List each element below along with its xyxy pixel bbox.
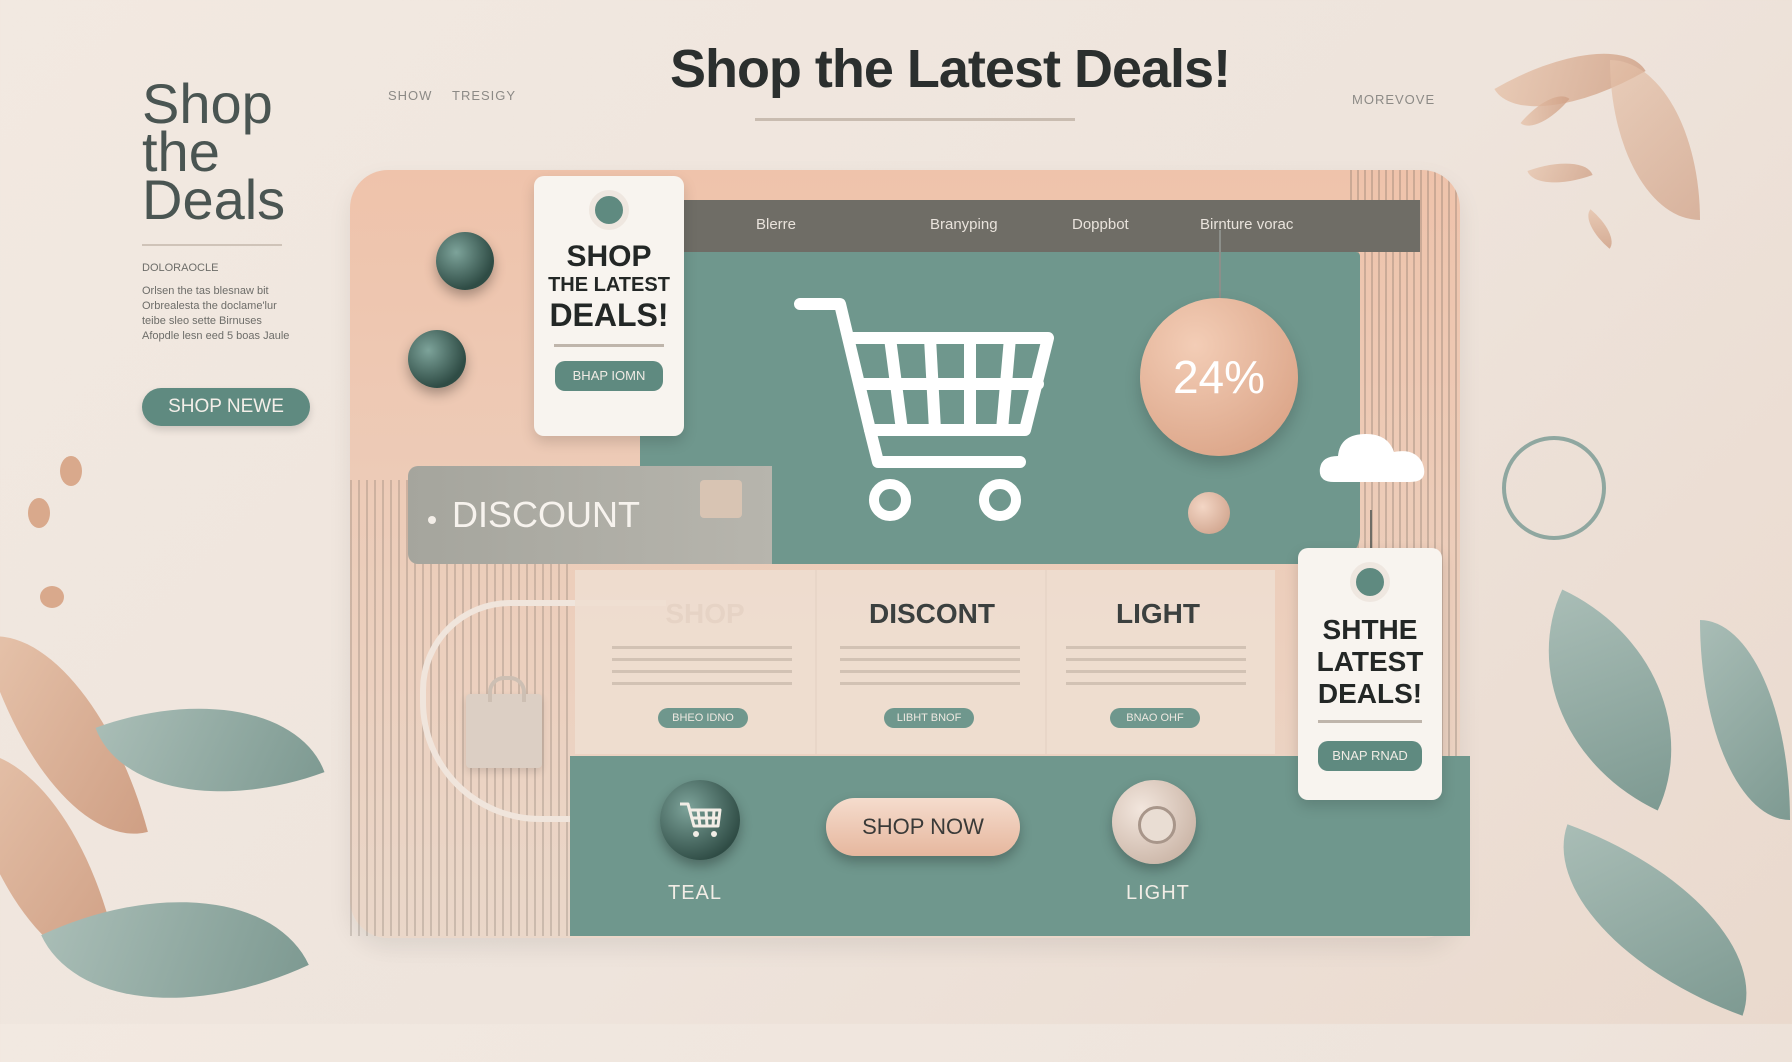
ring-decoration [1502, 436, 1606, 540]
title-underline [755, 118, 1075, 121]
pearl-decoration [1188, 492, 1230, 534]
tag-rule [554, 344, 664, 347]
tag-line-3: DEALS! [1317, 678, 1423, 709]
leaf-decoration [1494, 589, 1726, 811]
column-button-shop[interactable]: BHEO IDNO [658, 708, 748, 728]
column-title-shop: SHOP [665, 598, 745, 629]
leaf-decoration [1578, 209, 1622, 249]
column-button-light[interactable]: BNAO OHF [1110, 708, 1200, 728]
header-link-show[interactable]: SHOW [388, 88, 432, 103]
gift-icon [700, 480, 742, 518]
toggle-knob[interactable] [436, 232, 494, 290]
page-title: Shop the Latest Deals! [669, 39, 1231, 99]
tag-line-2: LATEST [1316, 646, 1424, 677]
column-text-lines [840, 646, 1020, 694]
berry-decoration [60, 456, 82, 486]
column-title-discont: DISCONT [869, 598, 995, 629]
leaf-decoration [1700, 620, 1790, 820]
nav-item-doppbot[interactable]: Doppbot [1072, 216, 1129, 233]
nav-item-blerre[interactable]: Blerre [756, 216, 796, 233]
berry-decoration [40, 586, 64, 608]
column-title-light: LIGHT [1116, 598, 1200, 629]
column-divider [1045, 570, 1047, 754]
tag-hole-icon [1350, 562, 1390, 602]
tag-line-3: DEALS! [549, 297, 669, 333]
header-link-morevove[interactable]: MOREVOVE [1352, 92, 1435, 107]
light-toggle[interactable] [1112, 780, 1196, 864]
leaf-decoration [1526, 824, 1784, 1016]
berry-decoration [28, 498, 50, 528]
price-tag-right: SHTHE LATEST DEALS! BNAP RNAD [1298, 548, 1442, 800]
bullet-dot [428, 516, 436, 524]
cart-icon [680, 802, 722, 837]
cart-icon-button[interactable] [660, 780, 740, 860]
light-label: LIGHT [1126, 882, 1190, 904]
bag-handle [488, 676, 526, 702]
leaf-decoration [1610, 60, 1700, 220]
tag-right-button[interactable]: BNAP RNAD [1318, 741, 1422, 771]
discount-badge: 24% [1140, 298, 1298, 456]
shop-newe-button[interactable]: SHOP NEWE [142, 388, 310, 426]
teal-label: TEAL [668, 882, 723, 904]
header-link-tresigy[interactable]: TRESIGY [452, 88, 516, 103]
tag-line-2: THE LATEST [548, 274, 670, 296]
toggle-knob[interactable] [408, 330, 466, 388]
shop-now-button[interactable]: SHOP NOW [826, 798, 1020, 856]
tag-line-1: SHTHE [1322, 614, 1418, 645]
left-body-text: Orlsen the tas blesnaw bit Orbrealesta t… [142, 285, 290, 342]
leaf-decoration [1527, 150, 1593, 196]
brand-title: Shop the Deals [142, 72, 286, 231]
shopping-cart-icon [794, 298, 1054, 521]
column-button-discont[interactable]: LIBHT BNOF [884, 708, 974, 728]
nav-item-birnture[interactable]: Birnture vorac [1200, 216, 1293, 233]
column-divider [815, 570, 817, 754]
tag-rule [1318, 720, 1422, 723]
divider [142, 244, 282, 246]
nav-item-branyping[interactable]: Branyping [930, 216, 998, 233]
toggle-inner [1138, 806, 1176, 844]
column-text-lines [1066, 646, 1246, 694]
price-tag-main: SHOP THE LATEST DEALS! BHAP IOMN [534, 176, 684, 436]
shopping-bag-icon [466, 694, 542, 768]
tag-line-1: SHOP [566, 240, 652, 273]
tag-main-button[interactable]: BHAP IOMN [555, 361, 663, 391]
hang-string [1219, 230, 1221, 300]
left-heading: DOLORAOCLE [142, 262, 219, 274]
tag-hole-icon [589, 190, 629, 230]
column-text-lines [612, 646, 792, 694]
cloud-icon [1319, 434, 1425, 482]
